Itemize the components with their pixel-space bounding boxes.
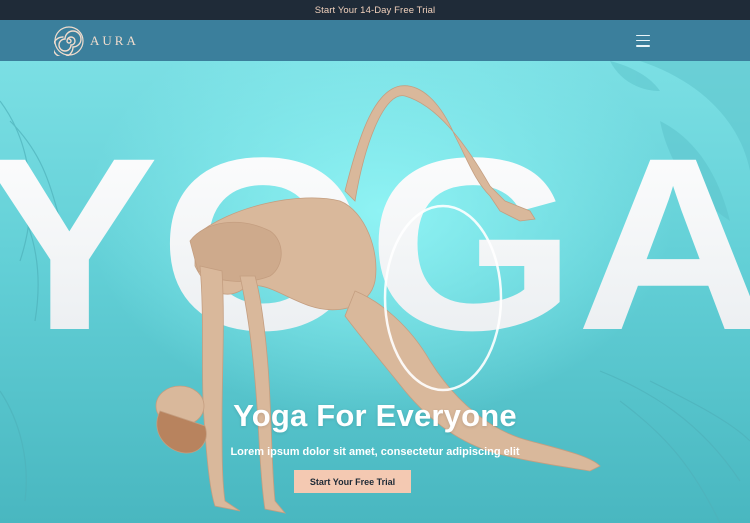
hero-title: Yoga For Everyone	[233, 398, 517, 433]
promo-link[interactable]: Start Your 14-Day Free Trial	[315, 5, 436, 16]
hamburger-menu-icon[interactable]	[636, 34, 650, 47]
hero-section: YOGA Yoga For Everyone Lorem ipsum dolor…	[0, 61, 750, 523]
promo-bar: Start Your 14-Day Free Trial	[0, 0, 750, 20]
start-free-trial-button[interactable]: Start Your Free Trial	[294, 470, 411, 493]
navbar: AURA	[0, 20, 750, 61]
logo-text: AURA	[90, 32, 139, 48]
logo[interactable]: AURA	[54, 25, 139, 56]
hero-subtitle: Lorem ipsum dolor sit amet, consectetur …	[230, 446, 520, 458]
spiral-logo-icon	[54, 25, 84, 56]
